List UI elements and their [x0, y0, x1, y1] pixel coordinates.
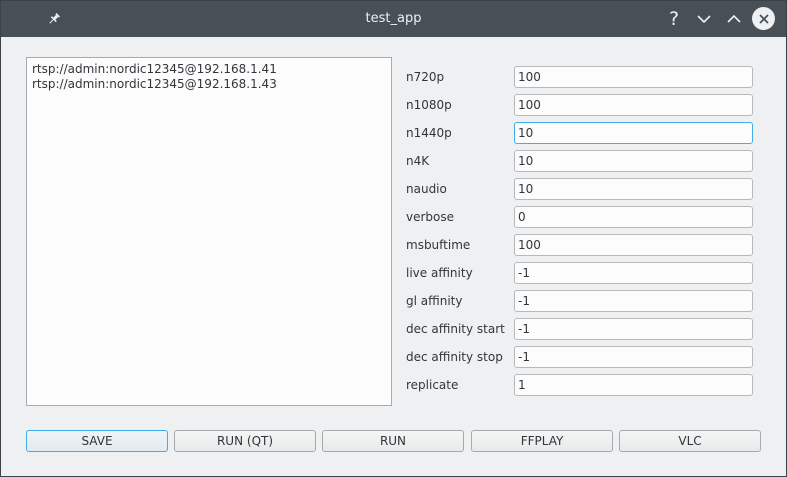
dec-affinity-start-field[interactable]: [514, 318, 753, 340]
label-n4k: n4K: [406, 154, 430, 168]
list-item[interactable]: rtsp://admin:nordic12345@192.168.1.43: [32, 77, 386, 92]
save-button[interactable]: SAVE: [26, 430, 168, 452]
msbuftime-field[interactable]: [514, 234, 753, 256]
gl-affinity-field[interactable]: [514, 290, 753, 312]
stream-url-list[interactable]: rtsp://admin:nordic12345@192.168.1.41 rt…: [26, 57, 392, 406]
list-item[interactable]: rtsp://admin:nordic12345@192.168.1.41: [32, 62, 386, 77]
run-button[interactable]: RUN: [322, 430, 464, 452]
title-bar[interactable]: test_app ?: [1, 1, 786, 37]
label-dec-affinity-stop: dec affinity stop: [406, 350, 503, 364]
n720p-field[interactable]: [514, 66, 753, 88]
label-n720p: n720p: [406, 70, 445, 84]
vlc-button[interactable]: VLC: [619, 430, 761, 452]
app-window: test_app ? rtsp://admin:nordic12345@192.…: [0, 0, 787, 477]
help-button[interactable]: ?: [663, 8, 685, 30]
n1440p-field[interactable]: [514, 122, 753, 144]
ffplay-button[interactable]: FFPLAY: [471, 430, 613, 452]
maximize-button[interactable]: [723, 8, 745, 30]
close-icon: [758, 13, 769, 24]
label-n1440p: n1440p: [406, 126, 452, 140]
chevron-up-icon: [727, 14, 741, 23]
n1080p-field[interactable]: [514, 94, 753, 116]
label-dec-affinity-start: dec affinity start: [406, 322, 505, 336]
label-live-affinity: live affinity: [406, 266, 473, 280]
label-n1080p: n1080p: [406, 98, 452, 112]
dec-affinity-stop-field[interactable]: [514, 346, 753, 368]
naudio-field[interactable]: [514, 178, 753, 200]
label-naudio: naudio: [406, 182, 447, 196]
label-replicate: replicate: [406, 378, 459, 392]
label-msbuftime: msbuftime: [406, 238, 471, 252]
pin-icon[interactable]: [45, 10, 63, 28]
live-affinity-field[interactable]: [514, 262, 753, 284]
label-gl-affinity: gl affinity: [406, 294, 463, 308]
run-qt-button[interactable]: RUN (QT): [174, 430, 316, 452]
replicate-field[interactable]: [514, 374, 753, 396]
close-button[interactable]: [752, 7, 775, 30]
label-verbose: verbose: [406, 210, 455, 224]
verbose-field[interactable]: [514, 206, 753, 228]
minimize-button[interactable]: [693, 8, 715, 30]
chevron-down-icon: [697, 15, 711, 24]
n4k-field[interactable]: [514, 150, 753, 172]
